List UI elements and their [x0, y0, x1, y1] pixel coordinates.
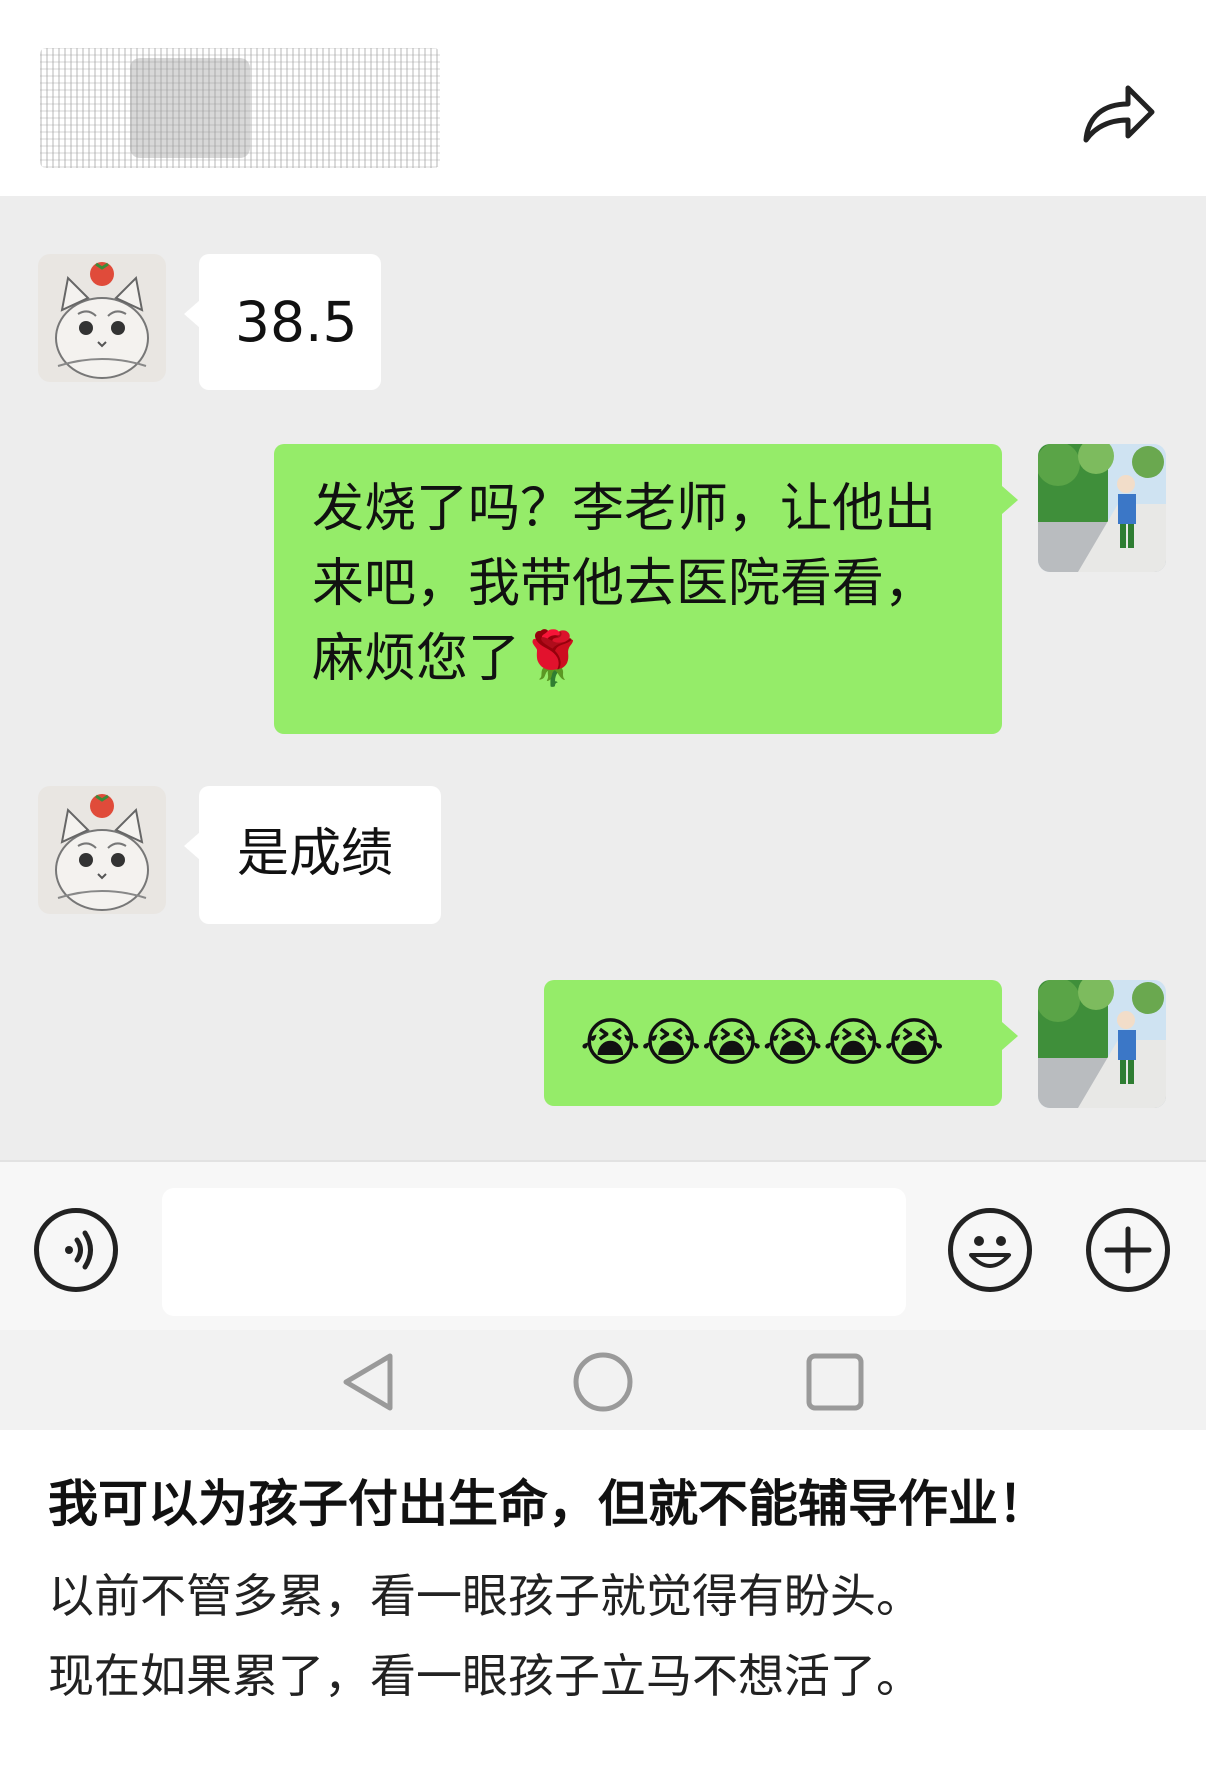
plus-icon[interactable]: [1086, 1208, 1170, 1292]
post-caption: 我可以为孩子付出生命，但就不能辅导作业！ 以前不管多累，看一眼孩子就觉得有盼头。…: [0, 1430, 1206, 1774]
message-text: 发烧了吗？李老师，让他出来吧，我带他去医院看看，麻烦您了🌹: [312, 479, 937, 689]
child-photo-avatar[interactable]: [1038, 980, 1166, 1108]
caption-line: 现在如果累了，看一眼孩子立马不想活了。: [48, 1649, 922, 1703]
message-text-input[interactable]: [162, 1188, 906, 1316]
chat-header: [0, 0, 1206, 196]
message-text: 😭😭😭😭😭😭: [580, 1013, 945, 1073]
incoming-message-bubble[interactable]: 38.5: [199, 254, 381, 390]
cat-drawing-avatar[interactable]: [38, 254, 166, 382]
bubble-tail: [184, 832, 200, 860]
voice-icon[interactable]: [34, 1208, 118, 1292]
message-text: 是成绩: [237, 824, 394, 884]
chat-messages-area[interactable]: 38.5 发烧了吗？李老师，让他出来吧，我带他去医院看看，麻烦您了🌹 是成绩 😭…: [0, 196, 1206, 1160]
back-triangle-icon[interactable]: [336, 1350, 406, 1414]
share-forward-icon[interactable]: [1080, 78, 1158, 148]
outgoing-message-bubble[interactable]: 发烧了吗？李老师，让他出来吧，我带他去医院看看，麻烦您了🌹: [274, 444, 1002, 734]
bubble-tail: [1002, 486, 1018, 514]
system-navigation-bar: [0, 1330, 1206, 1430]
recents-square-icon[interactable]: [800, 1350, 870, 1414]
emoji-icon[interactable]: [948, 1208, 1032, 1292]
incoming-message-bubble[interactable]: 是成绩: [199, 786, 441, 924]
message-input-bar: [0, 1160, 1206, 1330]
home-circle-icon[interactable]: [568, 1350, 638, 1414]
contact-name-mosaic: [40, 48, 440, 168]
cat-drawing-avatar[interactable]: [38, 786, 166, 914]
bubble-tail: [184, 300, 200, 328]
child-photo-avatar[interactable]: [1038, 444, 1166, 572]
caption-title: 我可以为孩子付出生命，但就不能辅导作业！: [48, 1475, 1048, 1533]
screenshot-page: 38.5 发烧了吗？李老师，让他出来吧，我带他去医院看看，麻烦您了🌹 是成绩 😭…: [0, 0, 1206, 1774]
message-text: 38.5: [235, 290, 358, 354]
caption-line: 以前不管多累，看一眼孩子就觉得有盼头。: [48, 1569, 922, 1623]
mosaic-block: [130, 58, 250, 158]
bubble-tail: [1002, 1022, 1018, 1050]
outgoing-message-bubble[interactable]: 😭😭😭😭😭😭: [544, 980, 1002, 1106]
